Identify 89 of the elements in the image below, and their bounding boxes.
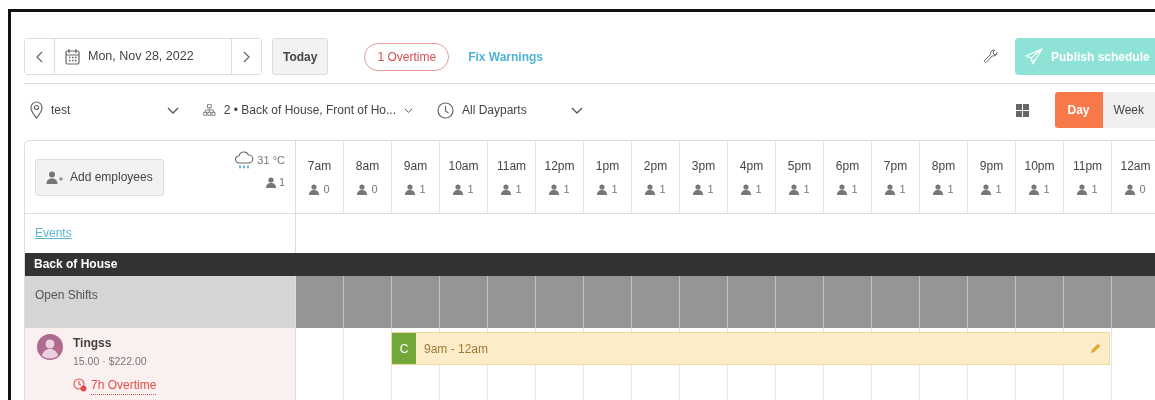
person-icon — [265, 176, 276, 188]
hour-label: 6pm — [835, 158, 860, 175]
person-icon — [981, 183, 992, 195]
hour-label: 11pm — [1072, 158, 1103, 175]
staff-count: 1 — [659, 182, 666, 197]
person-icon — [1077, 183, 1088, 195]
staff-count: 1 — [1091, 182, 1098, 197]
location-pin-icon — [30, 101, 43, 119]
hour-label: 7am — [307, 158, 332, 175]
chevron-down-icon — [167, 106, 179, 114]
staff-count: 1 — [278, 175, 285, 190]
person-icon — [789, 183, 800, 195]
staff-count: 1 — [419, 182, 426, 197]
overtime-clock-icon — [73, 378, 87, 393]
person-icon — [741, 183, 752, 195]
overtime-link[interactable]: 7h Overtime — [91, 375, 157, 395]
hour-label: 8pm — [931, 158, 956, 175]
employee-pay: 15.00 · $222.00 — [73, 354, 148, 369]
overtime-warning-button[interactable]: 1 Overtime — [364, 42, 450, 71]
staff-count: 1 — [995, 182, 1002, 197]
person-icon — [933, 183, 944, 195]
person-icon — [837, 183, 848, 195]
paper-plane-icon — [1025, 47, 1043, 66]
staff-count: 1 — [467, 182, 474, 197]
hour-label: 9pm — [979, 158, 1004, 175]
person-icon — [309, 183, 320, 195]
person-icon — [693, 183, 704, 195]
hour-label: 4pm — [739, 158, 764, 175]
staff-count: 1 — [515, 182, 522, 197]
avatar-icon — [37, 334, 63, 360]
staff-count: 1 — [851, 182, 858, 197]
chevron-left-icon — [36, 50, 43, 63]
add-person-icon — [46, 170, 64, 184]
hour-label: 2pm — [643, 158, 668, 175]
temperature-label: 31 °C — [257, 153, 285, 169]
grid-icon[interactable] — [1015, 103, 1029, 117]
add-employees-button[interactable]: Add employees — [35, 158, 164, 196]
wrench-icon[interactable] — [983, 48, 999, 65]
hour-label: 9am — [403, 158, 428, 175]
daypart-dropdown[interactable]: All Dayparts — [431, 100, 589, 120]
chevron-down-icon — [571, 106, 583, 114]
employee-name: Tingss — [73, 335, 113, 352]
shift-bar[interactable]: C 9am - 12am — [391, 332, 1110, 365]
person-icon — [453, 183, 464, 195]
person-icon — [885, 183, 896, 195]
staff-count: 0 — [371, 182, 378, 197]
staff-count: 1 — [611, 182, 618, 197]
hour-label: 7pm — [883, 158, 908, 175]
location-dropdown[interactable]: test — [24, 100, 185, 120]
person-icon — [1125, 183, 1136, 195]
staff-count: 1 — [899, 182, 906, 197]
section-header-bar: Back of House — [25, 253, 1155, 276]
staff-count: 1 — [803, 182, 810, 197]
person-icon — [501, 183, 512, 195]
date-label[interactable]: Mon, Nov 28, 2022 — [88, 47, 194, 66]
clock-icon — [437, 101, 454, 119]
calendar-icon — [65, 48, 80, 65]
staff-count: 1 — [1043, 182, 1050, 197]
staff-count: 0 — [1139, 182, 1146, 197]
today-button[interactable]: Today — [272, 38, 329, 75]
staff-count: 0 — [323, 182, 330, 197]
hour-label: 11am — [496, 158, 527, 175]
rain-cloud-icon — [234, 151, 255, 170]
person-icon — [645, 183, 656, 195]
open-shifts-label: Open Shifts — [35, 287, 99, 304]
hour-label: 3pm — [691, 158, 716, 175]
hour-label: 1pm — [595, 158, 620, 175]
shift-badge: C — [392, 333, 416, 364]
staff-count: 1 — [947, 182, 954, 197]
hour-label: 5pm — [787, 158, 812, 175]
staff-count: 1 — [563, 182, 570, 197]
department-dropdown[interactable]: 2 • Back of House, Front of Ho... — [197, 100, 419, 120]
org-chart-icon — [203, 102, 216, 118]
hour-label: 12pm — [544, 158, 575, 175]
chevron-down-icon — [404, 106, 413, 114]
hour-label: 12am — [1120, 158, 1151, 175]
hour-label: 10pm — [1024, 158, 1055, 175]
view-toggle-tab[interactable]: Week — [1102, 92, 1155, 128]
person-icon — [597, 183, 608, 195]
person-icon — [549, 183, 560, 195]
person-icon — [405, 183, 416, 195]
person-icon — [1029, 183, 1040, 195]
staff-count: 1 — [707, 182, 714, 197]
chevron-right-icon — [243, 50, 250, 63]
staff-count: 1 — [755, 182, 762, 197]
hour-label: 10am — [448, 158, 479, 175]
person-icon — [357, 183, 368, 195]
pencil-icon[interactable] — [1090, 343, 1101, 354]
hour-label: 8am — [355, 158, 380, 175]
